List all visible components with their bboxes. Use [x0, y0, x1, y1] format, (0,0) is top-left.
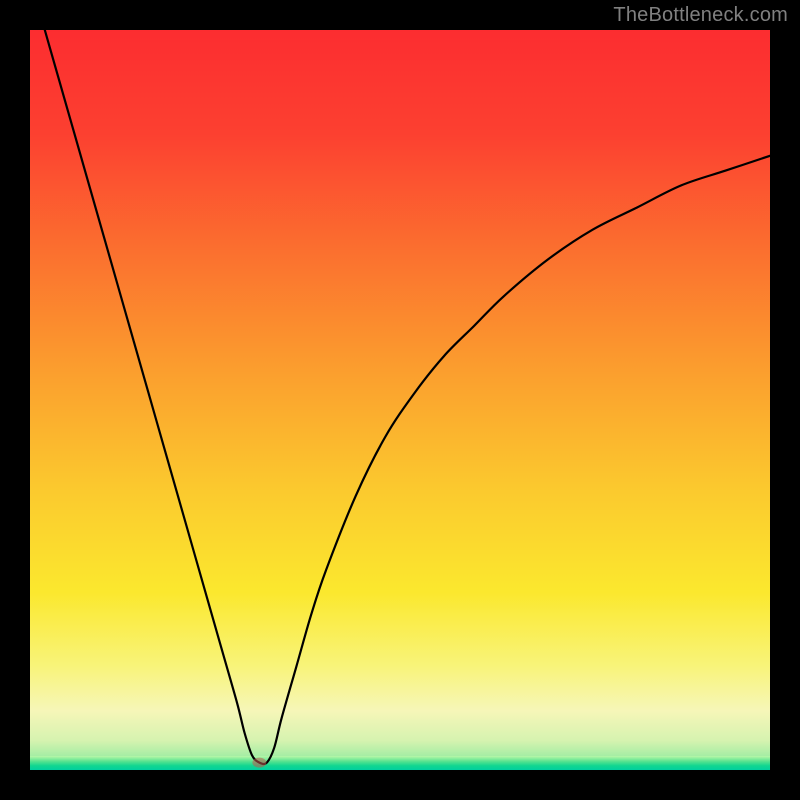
chart-frame: TheBottleneck.com: [0, 0, 800, 800]
bottleneck-curve: [30, 30, 770, 764]
plot-area: [30, 30, 770, 770]
optimal-point-marker: [252, 758, 266, 768]
curve-layer: [30, 30, 770, 770]
watermark-text: TheBottleneck.com: [613, 4, 788, 27]
